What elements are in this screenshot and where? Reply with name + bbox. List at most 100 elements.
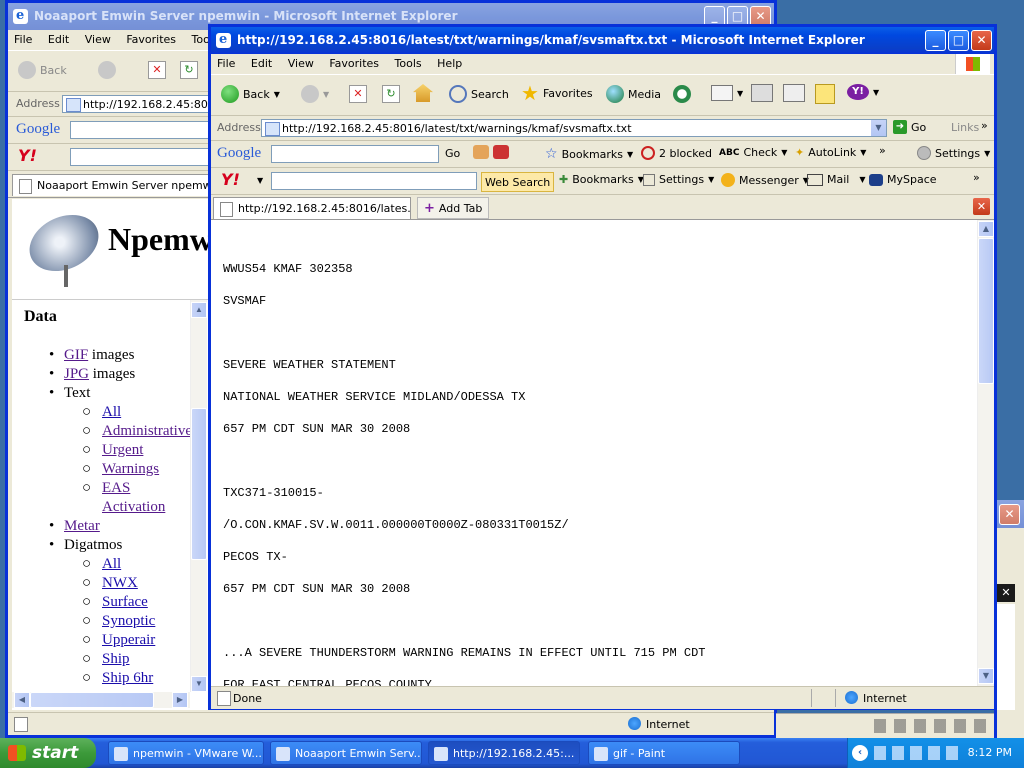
vmware-icon xyxy=(114,747,128,761)
hscroll-thumb[interactable] xyxy=(30,692,154,708)
scroll-right-arrow[interactable]: ▶ xyxy=(172,692,188,708)
myspace-button[interactable]: MySpace xyxy=(869,173,937,186)
forward-arrow-icon xyxy=(301,85,319,103)
back-tab[interactable]: Noaaport Emwin Server npemwin xyxy=(12,174,222,196)
scroll-up-arrow[interactable]: ▲ xyxy=(191,302,207,318)
back-left-hscroll[interactable]: ◀ ▶ xyxy=(12,692,190,708)
forward-button[interactable]: ▼ xyxy=(301,85,329,103)
print-button[interactable] xyxy=(751,84,773,102)
partial-close-button[interactable]: ✕ xyxy=(999,504,1020,525)
task-vmware[interactable]: npemwin - VMware W... xyxy=(108,741,264,765)
back-button[interactable]: Back xyxy=(18,61,67,79)
scroll-down-arrow[interactable]: ▼ xyxy=(978,668,994,684)
scroll-down-arrow[interactable]: ▼ xyxy=(191,676,207,692)
yahoo-settings-button[interactable]: Settings ▼ xyxy=(643,173,714,186)
home-button[interactable] xyxy=(413,84,433,102)
yahoo-button[interactable]: Y! ▼ xyxy=(847,84,879,100)
refresh-button[interactable]: ↻ xyxy=(382,85,400,103)
scroll-up-arrow[interactable]: ▲ xyxy=(978,221,994,237)
back-left-vscroll[interactable]: ▲ ▼ xyxy=(190,300,207,692)
google-go-button[interactable]: Go xyxy=(445,147,460,160)
document-line: WWUS54 KMAF 302358 xyxy=(223,262,353,276)
metar-link[interactable]: Metar xyxy=(64,518,100,534)
google-bookmarks-button[interactable]: ☆ Bookmarks ▼ xyxy=(545,146,633,162)
menu-file[interactable]: File xyxy=(8,30,38,50)
menu-file[interactable]: File xyxy=(211,54,241,74)
minimize-button[interactable]: _ xyxy=(925,30,946,51)
back-status-bar: Internet xyxy=(8,712,774,735)
autolink-button[interactable]: ✦ AutoLink ▼ xyxy=(795,146,866,159)
menu-help[interactable]: Help xyxy=(431,54,468,74)
nwx-link[interactable]: NWX xyxy=(102,575,138,591)
spellcheck-button[interactable]: ABC Check ▼ xyxy=(719,146,787,159)
warnings-link[interactable]: Warnings xyxy=(102,461,159,477)
menu-tools[interactable]: Tools xyxy=(389,54,428,74)
add-tab-button[interactable]: + Add Tab xyxy=(417,197,490,219)
menu-favorites[interactable]: Favorites xyxy=(120,30,182,50)
menu-edit[interactable]: Edit xyxy=(42,30,75,50)
address-dropdown[interactable]: ▼ xyxy=(871,120,886,136)
close-button[interactable]: ✕ xyxy=(971,30,992,51)
menu-favorites[interactable]: Favorites xyxy=(323,54,385,74)
yahoo-bookmarks-button[interactable]: ✚ Bookmarks ▼ xyxy=(559,173,644,186)
task-paint[interactable]: gif - Paint xyxy=(588,741,740,765)
go-button[interactable]: ➜ Go xyxy=(893,120,926,134)
front-window-titlebar[interactable]: http://192.168.2.45:8016/latest/txt/warn… xyxy=(211,27,994,54)
menu-view[interactable]: View xyxy=(282,54,320,74)
chevron-right-icon[interactable]: » xyxy=(879,144,886,157)
search-button[interactable]: Search xyxy=(449,85,509,103)
history-button[interactable] xyxy=(673,85,691,103)
menu-view[interactable]: View xyxy=(79,30,117,50)
favorites-button[interactable]: ★ Favorites xyxy=(521,81,593,105)
google-settings-button[interactable]: Settings ▼ xyxy=(917,146,990,160)
stop-button[interactable]: ✕ xyxy=(349,85,367,103)
document-vscroll[interactable]: ▲ ▼ xyxy=(977,220,994,686)
menu-edit[interactable]: Edit xyxy=(245,54,278,74)
edit-button[interactable] xyxy=(783,84,805,102)
gif-link[interactable]: GIF xyxy=(64,347,88,363)
scroll-thumb[interactable] xyxy=(191,408,207,560)
digatmos-all-link[interactable]: All xyxy=(102,556,121,572)
forward-button[interactable] xyxy=(98,61,116,79)
upperair-link[interactable]: Upperair xyxy=(102,632,155,648)
yahoo-web-search-button[interactable]: Web Search xyxy=(481,172,555,192)
yahoo-search-field[interactable] xyxy=(271,172,477,190)
ship-link[interactable]: Ship xyxy=(102,651,130,667)
stop-button[interactable]: ✕ xyxy=(148,61,166,79)
links-label[interactable]: Links xyxy=(951,121,979,134)
ship-6hr-link[interactable]: Ship 6hr xyxy=(102,670,153,686)
start-button[interactable]: start xyxy=(0,738,96,768)
synoptic-link[interactable]: Synoptic xyxy=(102,613,155,629)
chevron-right-icon[interactable]: » xyxy=(973,171,980,184)
front-address-field[interactable]: http://192.168.2.45:8016/latest/txt/warn… xyxy=(261,119,887,137)
tray-icons[interactable] xyxy=(874,746,958,760)
task-ie-active[interactable]: http://192.168.2.45:... xyxy=(428,741,580,765)
active-tab[interactable]: http://192.168.2.45:8016/lates... xyxy=(213,197,411,219)
eas-activation-link[interactable]: EAS Activation xyxy=(102,480,165,515)
scroll-thumb[interactable] xyxy=(978,238,994,384)
maximize-button[interactable]: □ xyxy=(948,30,969,51)
refresh-button[interactable]: ↻ xyxy=(180,61,198,79)
text-all-link[interactable]: All xyxy=(102,404,121,420)
chevron-down-icon[interactable]: ▼ xyxy=(257,176,263,185)
close-tab-button[interactable]: ✕ xyxy=(973,198,990,215)
jpg-link[interactable]: JPG xyxy=(64,366,89,382)
surface-link[interactable]: Surface xyxy=(102,594,148,610)
urgent-link[interactable]: Urgent xyxy=(102,442,143,458)
media-button[interactable]: Media xyxy=(606,85,661,103)
scroll-left-arrow[interactable]: ◀ xyxy=(14,692,30,708)
mail-button[interactable]: ▼ xyxy=(711,85,743,101)
messenger-button[interactable]: Messenger ▼ xyxy=(721,173,809,187)
mail-button-yahoo[interactable]: Mail ▼ xyxy=(807,173,866,186)
partial-close-2[interactable]: ✕ xyxy=(997,584,1015,602)
task-noaaport[interactable]: Noaaport Emwin Serv... xyxy=(270,741,422,765)
google-search-field[interactable] xyxy=(271,145,439,163)
back-button[interactable]: Back ▼ xyxy=(221,85,280,103)
popup-blocked-button[interactable]: 2 blocked xyxy=(641,146,712,160)
google-options-icons[interactable] xyxy=(473,145,509,159)
tray-chevron-icon[interactable]: ‹ xyxy=(852,745,868,761)
notes-button[interactable] xyxy=(815,84,835,104)
administrative-link[interactable]: Administrative xyxy=(102,423,192,439)
chevron-right-icon[interactable]: » xyxy=(981,119,988,132)
star-icon: ★ xyxy=(521,81,539,105)
